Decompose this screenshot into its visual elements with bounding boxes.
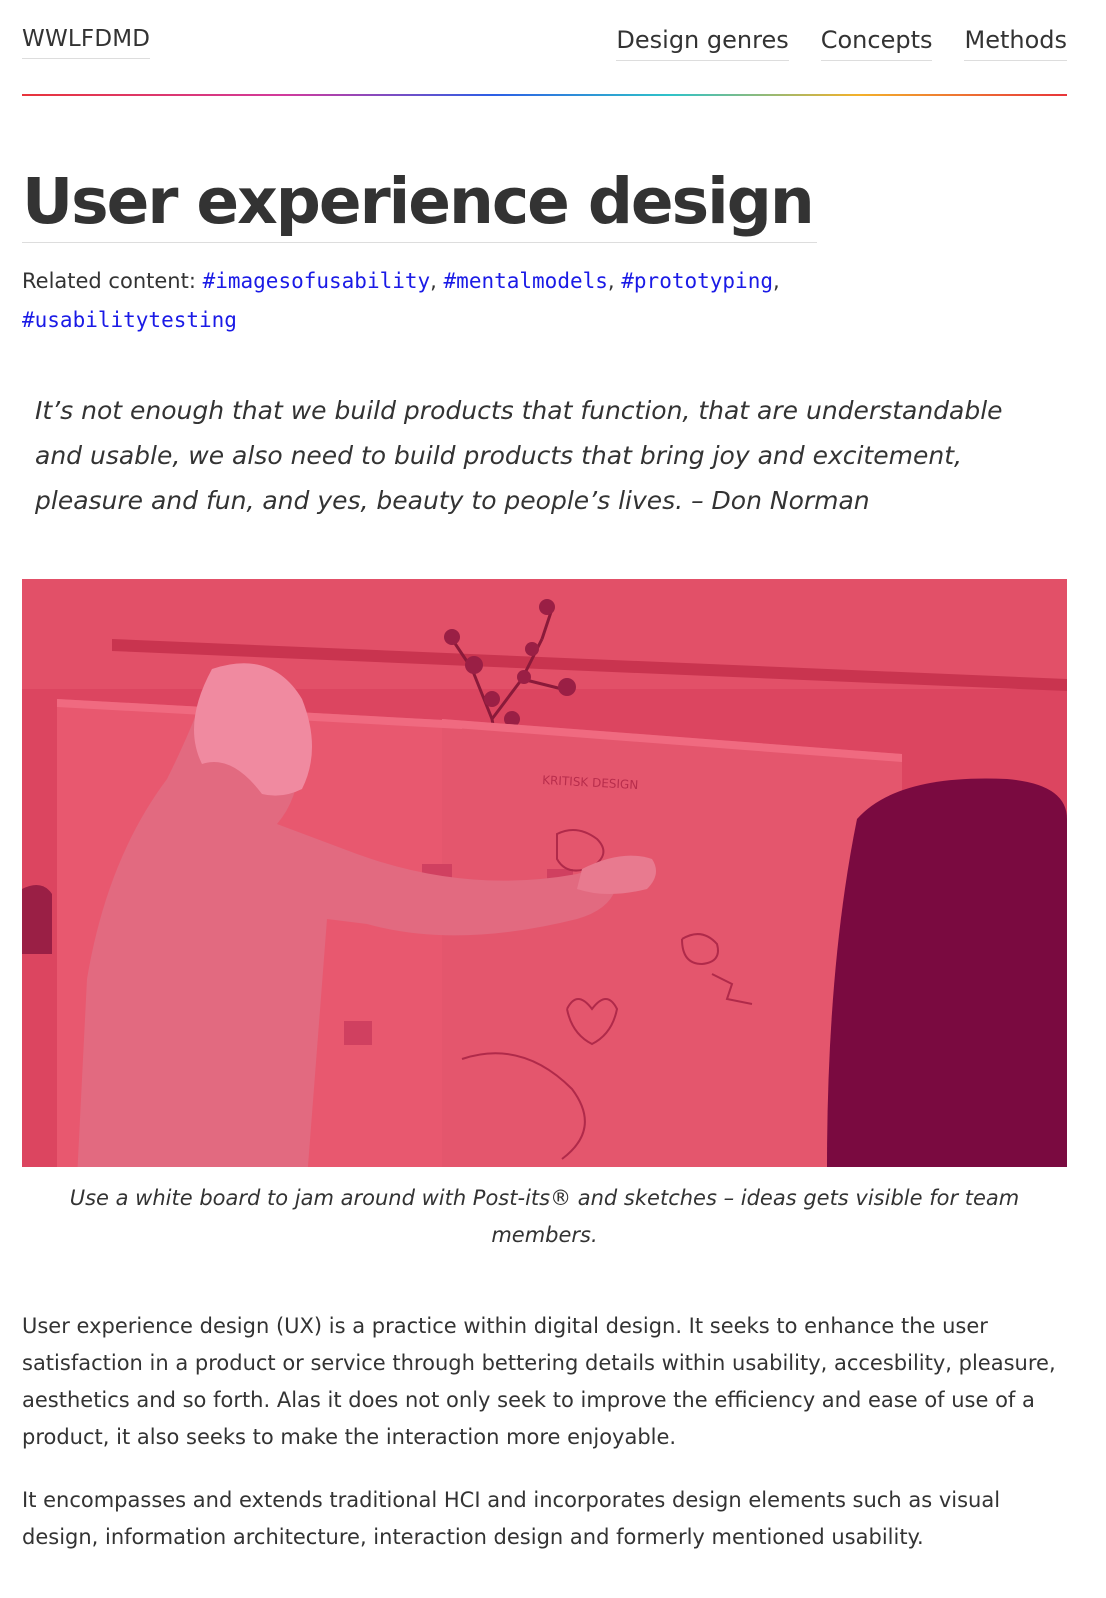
whiteboard-photo-illustration: KRITISK DESIGN [22, 579, 1067, 1167]
site-name-link[interactable]: WWLFDMD [22, 26, 151, 59]
tag-link-mentalmodels[interactable]: #mentalmodels [444, 269, 608, 293]
tag-separator: , [772, 269, 780, 293]
related-label: Related content: [22, 269, 203, 293]
main-nav: Design genres Concepts Methods [616, 26, 1067, 61]
nav-item-design-genres[interactable]: Design genres [616, 26, 789, 61]
intro-paragraph: User experience design (UX) is a practic… [22, 1314, 1056, 1449]
tag-separator: , [607, 269, 622, 293]
related-content: Related content: #imagesofusability, #me… [22, 262, 1067, 340]
nav-item-concepts[interactable]: Concepts [820, 26, 933, 61]
image-caption: Use a white board to jam around with Pos… [69, 1186, 1020, 1247]
tag-link-prototyping[interactable]: #prototyping [621, 269, 773, 293]
whiteboard-photo: KRITISK DESIGN [22, 579, 1067, 1167]
site-header: WWLFDMD Design genres Concepts Methods [22, 0, 1067, 96]
don-norman-quote: It’s not enough that we build products t… [35, 396, 1003, 515]
hci-paragraph: It encompasses and extends traditional H… [22, 1488, 1001, 1549]
page-container: WWLFDMD Design genres Concepts Methods U… [22, 0, 1067, 1549]
tag-link-usabilitytesting[interactable]: #usabilitytesting [22, 308, 237, 332]
header-divider [22, 94, 1067, 96]
page-title: User experience design [22, 162, 817, 243]
tag-link-imagesofusability[interactable]: #imagesofusability [203, 269, 431, 293]
nav-item-methods[interactable]: Methods [964, 26, 1067, 61]
tag-separator: , [430, 269, 444, 293]
